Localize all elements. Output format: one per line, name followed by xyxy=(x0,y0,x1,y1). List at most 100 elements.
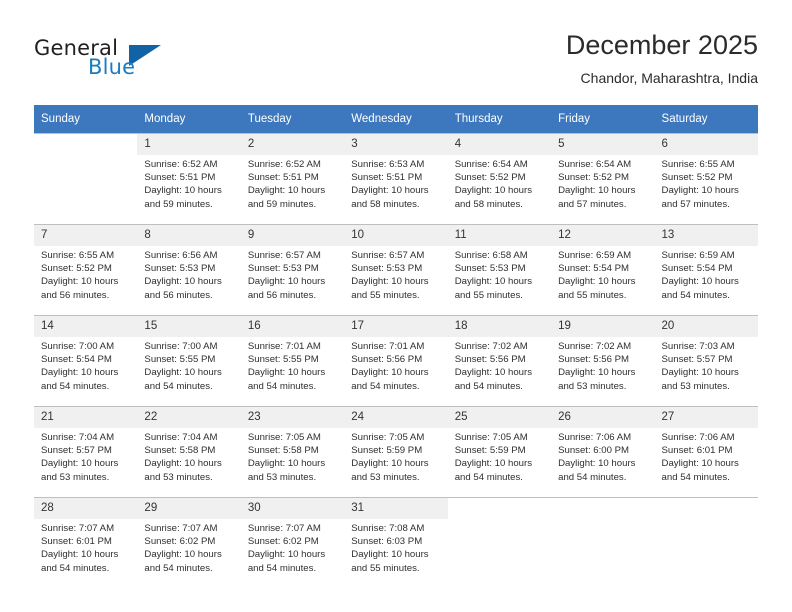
calendar-day-cell[interactable]: 7 Sunrise: 6:55 AM Sunset: 5:52 PM Daylight… xyxy=(34,224,138,316)
day-sun-info: Sunrise: 7:01 AM Sunset: 5:56 PM Daylight:… xyxy=(344,337,447,393)
day-number: 6 xyxy=(654,134,758,155)
calendar-week-row: 14 Sunrise: 7:00 AM Sunset: 5:54 PM Dayligh… xyxy=(34,315,758,407)
day-number: 14 xyxy=(34,316,138,337)
calendar-day-cell[interactable]: 2 Sunrise: 6:52 AM Sunset: 5:51 PM Daylight… xyxy=(240,133,345,225)
daylight-duration-line2: and 58 minutes. xyxy=(351,198,420,210)
calendar-cell-empty xyxy=(34,133,138,225)
calendar-day-cell[interactable]: 10 Sunrise: 6:57 AM Sunset: 5:53 PM Dayligh… xyxy=(344,224,448,316)
daylight-duration-line2: and 56 minutes. xyxy=(144,289,213,301)
day-sun-info: Sunrise: 7:05 AM Sunset: 5:59 PM Daylight:… xyxy=(448,428,551,484)
sunrise-time: Sunrise: 7:03 AM xyxy=(661,341,735,352)
calendar-day-cell[interactable]: 9 Sunrise: 6:57 AM Sunset: 5:53 PM Daylight… xyxy=(240,224,345,316)
day-number: 18 xyxy=(447,316,552,337)
sunset-time: Sunset: 5:58 PM xyxy=(144,445,216,457)
day-number: 22 xyxy=(137,407,241,428)
day-number: 23 xyxy=(240,407,345,428)
day-number: 27 xyxy=(654,407,758,428)
day-sun-info: Sunrise: 7:06 AM Sunset: 6:01 PM Daylight:… xyxy=(655,428,758,484)
sunset-time: Sunset: 6:02 PM xyxy=(247,536,319,548)
calendar-page: General Blue December 2025 Chandor, Maha… xyxy=(0,0,792,612)
calendar-day-cell[interactable]: 15 Sunrise: 7:00 AM Sunset: 5:55 PM Dayligh… xyxy=(137,315,241,407)
calendar-day-cell[interactable]: 5 Sunrise: 6:54 AM Sunset: 5:52 PM Daylight… xyxy=(551,133,655,225)
daylight-duration-line1: Daylight: 10 hours xyxy=(661,367,739,379)
sunrise-time: Sunrise: 6:52 AM xyxy=(247,159,321,170)
daylight-duration-line2: and 54 minutes. xyxy=(247,562,317,574)
calendar-day-cell[interactable]: 20 Sunrise: 7:03 AM Sunset: 5:57 PM Dayligh… xyxy=(654,315,758,407)
calendar-day-cell[interactable]: 28 Sunrise: 7:07 AM Sunset: 6:01 PM Dayligh… xyxy=(34,497,138,588)
sunrise-time: Sunrise: 6:58 AM xyxy=(454,250,528,261)
day-number: 3 xyxy=(344,134,448,155)
calendar-day-cell[interactable]: 18 Sunrise: 7:02 AM Sunset: 5:56 PM Dayligh… xyxy=(447,315,552,407)
calendar-day-cell[interactable]: 25 Sunrise: 7:05 AM Sunset: 5:59 PM Dayligh… xyxy=(447,406,552,498)
calendar-day-cell[interactable]: 21 Sunrise: 7:04 AM Sunset: 5:57 PM Dayligh… xyxy=(34,406,138,498)
sunset-time: Sunset: 5:59 PM xyxy=(351,445,423,457)
sunset-time: Sunset: 6:00 PM xyxy=(558,445,630,457)
day-sun-info: Sunrise: 7:05 AM Sunset: 5:59 PM Daylight:… xyxy=(344,428,447,484)
daylight-duration-line2: and 54 minutes. xyxy=(247,380,317,392)
day-sun-info xyxy=(551,519,654,522)
calendar-day-cell[interactable]: 27 Sunrise: 7:06 AM Sunset: 6:01 PM Dayligh… xyxy=(654,406,758,498)
sunrise-time: Sunrise: 7:00 AM xyxy=(41,341,115,352)
day-number: 20 xyxy=(654,316,758,337)
daylight-duration-line1: Daylight: 10 hours xyxy=(247,185,326,197)
daylight-duration-line2: and 58 minutes. xyxy=(454,198,523,210)
daylight-duration-line2: and 54 minutes. xyxy=(661,471,730,483)
day-sun-info xyxy=(655,519,758,522)
daylight-duration-line1: Daylight: 10 hours xyxy=(558,276,636,288)
sunset-time: Sunset: 5:57 PM xyxy=(661,354,733,366)
calendar-day-cell[interactable]: 3 Sunrise: 6:53 AM Sunset: 5:51 PM Daylight… xyxy=(344,133,448,225)
daylight-duration-line1: Daylight: 10 hours xyxy=(41,276,119,288)
calendar-day-cell[interactable]: 8 Sunrise: 6:56 AM Sunset: 5:53 PM Daylight… xyxy=(137,224,241,316)
calendar-day-cell[interactable]: 30 Sunrise: 7:07 AM Sunset: 6:02 PM Dayligh… xyxy=(240,497,345,588)
sunrise-time: Sunrise: 7:07 AM xyxy=(247,523,321,534)
day-sun-info: Sunrise: 7:04 AM Sunset: 5:58 PM Daylight:… xyxy=(137,428,240,484)
daylight-duration-line1: Daylight: 10 hours xyxy=(661,185,739,197)
weekday-header-sunday: Sunday xyxy=(34,105,138,134)
calendar-day-cell[interactable]: 4 Sunrise: 6:54 AM Sunset: 5:52 PM Daylight… xyxy=(447,133,552,225)
day-number: 30 xyxy=(240,498,345,519)
day-sun-info: Sunrise: 6:52 AM Sunset: 5:51 PM Daylight:… xyxy=(137,155,240,211)
sunrise-time: Sunrise: 7:06 AM xyxy=(661,432,735,443)
calendar-day-cell[interactable]: 13 Sunrise: 6:59 AM Sunset: 5:54 PM Dayligh… xyxy=(654,224,758,316)
calendar-day-cell[interactable]: 16 Sunrise: 7:01 AM Sunset: 5:55 PM Dayligh… xyxy=(240,315,345,407)
calendar-day-cell[interactable]: 14 Sunrise: 7:00 AM Sunset: 5:54 PM Dayligh… xyxy=(34,315,138,407)
calendar-day-cell[interactable]: 17 Sunrise: 7:01 AM Sunset: 5:56 PM Dayligh… xyxy=(344,315,448,407)
calendar-day-cell[interactable]: 1 Sunrise: 6:52 AM Sunset: 5:51 PM Daylight… xyxy=(137,133,241,225)
daylight-duration-line2: and 53 minutes. xyxy=(558,380,627,392)
sunset-time: Sunset: 5:53 PM xyxy=(351,263,423,275)
sunrise-time: Sunrise: 7:06 AM xyxy=(558,432,632,443)
daylight-duration-line2: and 56 minutes. xyxy=(41,289,110,301)
sunset-time: Sunset: 5:53 PM xyxy=(144,263,216,275)
day-number: 21 xyxy=(34,407,138,428)
calendar-day-cell[interactable]: 26 Sunrise: 7:06 AM Sunset: 6:00 PM Dayligh… xyxy=(551,406,655,498)
calendar-day-cell[interactable]: 19 Sunrise: 7:02 AM Sunset: 5:56 PM Dayligh… xyxy=(551,315,655,407)
day-sun-info: Sunrise: 7:07 AM Sunset: 6:02 PM Daylight:… xyxy=(241,519,344,575)
daylight-duration-line1: Daylight: 10 hours xyxy=(247,276,326,288)
calendar-day-cell[interactable]: 23 Sunrise: 7:05 AM Sunset: 5:58 PM Dayligh… xyxy=(240,406,345,498)
calendar-body: 1 Sunrise: 6:52 AM Sunset: 5:51 PM Daylight… xyxy=(34,133,758,588)
page-title: December 2025 xyxy=(565,30,758,60)
calendar-day-cell[interactable]: 12 Sunrise: 6:59 AM Sunset: 5:54 PM Dayligh… xyxy=(551,224,655,316)
daylight-duration-line1: Daylight: 10 hours xyxy=(247,549,326,561)
sunrise-time: Sunrise: 7:02 AM xyxy=(454,341,528,352)
logo-text-blue: Blue xyxy=(88,55,136,79)
sunrise-time: Sunrise: 7:05 AM xyxy=(454,432,528,443)
calendar-cell-empty xyxy=(654,497,758,588)
sunrise-time: Sunrise: 7:07 AM xyxy=(144,523,218,534)
daylight-duration-line1: Daylight: 10 hours xyxy=(247,367,326,379)
daylight-duration-line2: and 53 minutes. xyxy=(144,471,213,483)
calendar-day-cell[interactable]: 6 Sunrise: 6:55 AM Sunset: 5:52 PM Daylight… xyxy=(654,133,758,225)
day-number xyxy=(654,498,758,519)
sunset-time: Sunset: 5:52 PM xyxy=(661,172,733,184)
daylight-duration-line1: Daylight: 10 hours xyxy=(41,367,119,379)
calendar-day-cell[interactable]: 24 Sunrise: 7:05 AM Sunset: 5:59 PM Dayligh… xyxy=(344,406,448,498)
weekday-header-saturday: Saturday xyxy=(654,105,758,134)
sunset-time: Sunset: 6:03 PM xyxy=(351,536,423,548)
day-sun-info: Sunrise: 7:08 AM Sunset: 6:03 PM Daylight:… xyxy=(344,519,447,575)
sunset-time: Sunset: 5:53 PM xyxy=(454,263,526,275)
calendar-day-cell[interactable]: 22 Sunrise: 7:04 AM Sunset: 5:58 PM Dayligh… xyxy=(137,406,241,498)
daylight-duration-line2: and 56 minutes. xyxy=(247,289,317,301)
calendar-day-cell[interactable]: 31 Sunrise: 7:08 AM Sunset: 6:03 PM Dayligh… xyxy=(344,497,448,588)
calendar-day-cell[interactable]: 11 Sunrise: 6:58 AM Sunset: 5:53 PM Dayligh… xyxy=(447,224,552,316)
calendar-day-cell[interactable]: 29 Sunrise: 7:07 AM Sunset: 6:02 PM Dayligh… xyxy=(137,497,241,588)
